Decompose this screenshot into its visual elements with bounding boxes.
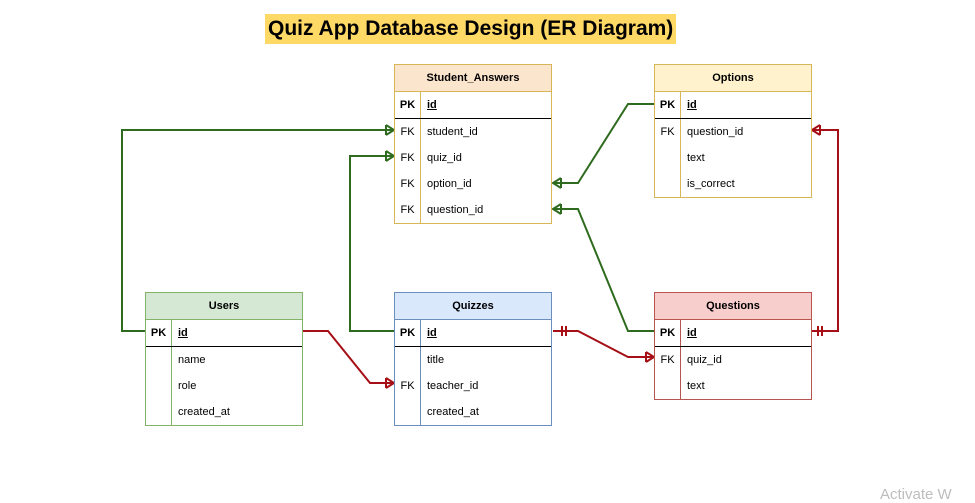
field-name: id bbox=[427, 99, 437, 111]
entity-row: PK id bbox=[146, 320, 302, 347]
entity-row: created_at bbox=[395, 399, 551, 425]
field-name: question_id bbox=[427, 204, 484, 216]
key-type: FK bbox=[655, 347, 681, 373]
entity-row: PK id bbox=[395, 320, 551, 347]
entity-row: text bbox=[655, 373, 811, 399]
entity-options[interactable]: Options PK id FK question_idtext is_correct bbox=[654, 64, 812, 198]
entity-header: Users bbox=[146, 293, 302, 320]
key-type bbox=[655, 373, 681, 399]
field-name: name bbox=[178, 354, 206, 366]
field-name: created_at bbox=[178, 406, 230, 418]
field-name: is_correct bbox=[687, 178, 735, 190]
entity-row: PK id bbox=[655, 92, 811, 119]
key-type bbox=[395, 399, 421, 425]
field-name: teacher_id bbox=[427, 380, 479, 392]
activation-watermark: Activate W bbox=[880, 486, 952, 503]
relation-questions-options bbox=[810, 124, 839, 336]
entity-row: FK option_id bbox=[395, 171, 551, 197]
entity-header: Questions bbox=[655, 293, 811, 320]
entity-header: Options bbox=[655, 65, 811, 92]
entity-quizzes[interactable]: Quizzes PK id title FK teacher_id created_at bbox=[394, 292, 552, 426]
key-type bbox=[655, 171, 681, 197]
key-type bbox=[655, 145, 681, 171]
key-type: PK bbox=[655, 92, 681, 118]
field-name: id bbox=[687, 327, 697, 339]
entity-row: created_at bbox=[146, 399, 302, 425]
entity-row: FK question_id bbox=[395, 197, 551, 223]
field-name: role bbox=[178, 380, 197, 392]
key-type bbox=[395, 347, 421, 373]
entity-questions[interactable]: Questions PK id FK quiz_idtext bbox=[654, 292, 812, 400]
key-type: PK bbox=[655, 320, 681, 346]
field-name: quiz_id bbox=[427, 152, 462, 164]
field-name: id bbox=[178, 327, 188, 339]
key-type: FK bbox=[395, 373, 421, 399]
field-name: text bbox=[687, 152, 705, 164]
entity-users[interactable]: Users PK id name role created_at bbox=[145, 292, 303, 426]
key-type: PK bbox=[146, 320, 172, 346]
entity-row: title bbox=[395, 347, 551, 373]
entity-row: PK id bbox=[655, 320, 811, 347]
field-name: id bbox=[687, 99, 697, 111]
key-type: FK bbox=[655, 119, 681, 145]
entity-header: Quizzes bbox=[395, 293, 551, 320]
entity-row: FK quiz_id bbox=[655, 347, 811, 373]
field-name: text bbox=[687, 380, 705, 392]
key-type bbox=[146, 347, 172, 373]
field-name: question_id bbox=[687, 126, 744, 138]
entity-row: PK id bbox=[395, 92, 551, 119]
entity-header: Student_Answers bbox=[395, 65, 551, 92]
relation-quizzes-student-answers bbox=[349, 150, 396, 332]
field-name: student_id bbox=[427, 126, 478, 138]
field-name: id bbox=[427, 327, 437, 339]
key-type: PK bbox=[395, 92, 421, 118]
field-name: option_id bbox=[427, 178, 472, 190]
entity-row: FK teacher_id bbox=[395, 373, 551, 399]
key-type: FK bbox=[395, 171, 421, 197]
entity-row: text bbox=[655, 145, 811, 171]
entity-row: is_correct bbox=[655, 171, 811, 197]
entity-row: FK question_id bbox=[655, 119, 811, 145]
relation-options-student-answers bbox=[551, 103, 654, 189]
field-name: title bbox=[427, 354, 445, 366]
entity-row: FK quiz_id bbox=[395, 145, 551, 171]
key-type: FK bbox=[395, 119, 421, 145]
key-type: FK bbox=[395, 197, 421, 223]
key-type bbox=[146, 399, 172, 425]
field-name: quiz_id bbox=[687, 354, 722, 366]
entity-row: role bbox=[146, 373, 302, 399]
key-type: PK bbox=[395, 320, 421, 346]
relation-questions-student-answers bbox=[551, 203, 654, 332]
entity-student-answers[interactable]: Student_Answers PK id FK student_id FK quiz_id… bbox=[394, 64, 552, 224]
entity-row: name bbox=[146, 347, 302, 373]
relation-users-quizzes bbox=[301, 330, 396, 389]
key-type: FK bbox=[395, 145, 421, 171]
entity-row: FK student_id bbox=[395, 119, 551, 145]
field-name: created_at bbox=[427, 406, 479, 418]
key-type bbox=[146, 373, 172, 399]
